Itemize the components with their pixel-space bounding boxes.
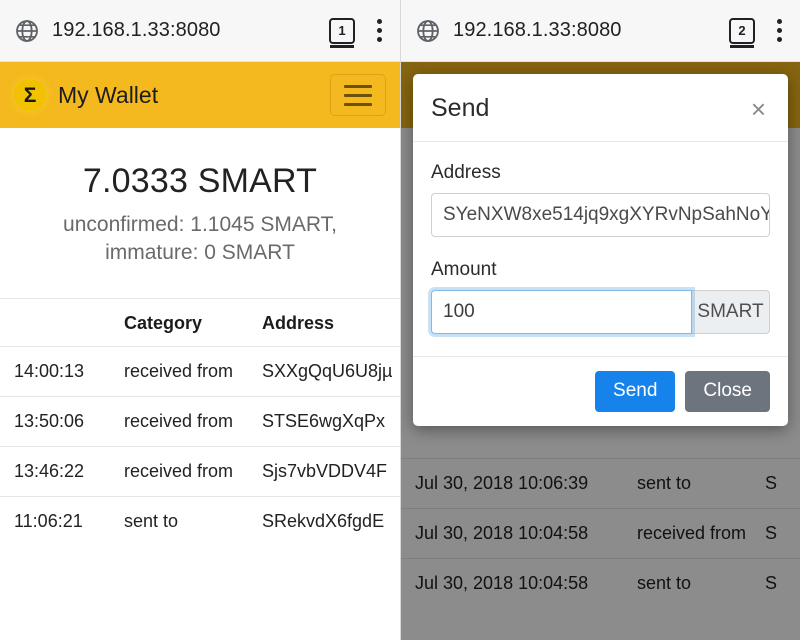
cell-address: STSE6wgXqPx <box>262 395 400 447</box>
column-header-category: Category <box>124 297 262 347</box>
send-dialog: Send × Address SYeNXW8xe514jq9xgXYRvNpSa… <box>413 74 788 426</box>
cell-category: received from <box>124 345 262 397</box>
amount-unit-addon: SMART <box>692 290 770 334</box>
address-label: Address <box>431 162 501 183</box>
table-row[interactable]: 13:46:22 received from Sjs7vbVDDV4F <box>0 445 400 497</box>
cell-address: SRekvdX6fgdE <box>262 495 400 546</box>
cell-time: 13:50:06 <box>0 395 124 447</box>
dialog-title: Send <box>431 94 490 122</box>
cell-time: 11:06:21 <box>0 495 124 546</box>
page-title: My Wallet <box>58 81 159 108</box>
wallet-app-header: Σ My Wallet <box>0 62 400 128</box>
balance-section: 7.0333 SMART unconfirmed: 1.1045 SMART, … <box>0 128 400 268</box>
logo-glyph: Σ <box>23 83 37 107</box>
unconfirmed-balance: unconfirmed: 1.1045 SMART, <box>63 213 337 236</box>
browser-menu-button[interactable] <box>377 19 382 42</box>
column-header-address: Address <box>262 297 400 347</box>
dialog-footer: Send Close <box>413 356 788 426</box>
address-input[interactable]: SYeNXW8xe514jq9xgXYRvNpSahNoYiP <box>431 193 770 237</box>
smartcash-logo-icon: Σ <box>14 79 46 111</box>
amount-label: Amount <box>431 259 497 280</box>
balance-amount: 7.0333 SMART <box>82 162 318 200</box>
right-browser-pane: 192.168.1.33:8080 2 Σ My Wallet Jul 30, … <box>400 0 800 640</box>
cell-address: Sjs7vbVDDV4F <box>262 445 400 497</box>
address-field-group: Address SYeNXW8xe514jq9xgXYRvNpSahNoYiP <box>431 162 770 237</box>
table-header-row: Category Address <box>0 297 400 347</box>
close-icon[interactable]: × <box>747 96 770 122</box>
globe-icon <box>16 19 38 42</box>
cell-category: sent to <box>124 495 262 546</box>
address-bar[interactable]: 192.168.1.33:8080 <box>52 19 329 42</box>
cell-category: received from <box>124 445 262 497</box>
left-browser-pane: 192.168.1.33:8080 1 Σ My Wallet 7.0333 S… <box>0 0 400 640</box>
transaction-table: Category Address 14:00:13 received from … <box>0 297 400 546</box>
cell-time: 14:00:13 <box>0 345 124 397</box>
table-row[interactable]: 13:50:06 received from STSE6wgXqPx <box>0 395 400 447</box>
browser-menu-button[interactable] <box>777 19 782 42</box>
globe-icon <box>417 19 439 42</box>
tab-counter-button[interactable]: 2 <box>729 17 755 48</box>
hamburger-menu-icon[interactable] <box>330 74 386 116</box>
amount-field-group: Amount 100 SMART <box>431 259 770 334</box>
tab-counter-button[interactable]: 1 <box>329 17 355 48</box>
column-header-time <box>0 297 124 347</box>
table-row[interactable]: 11:06:21 sent to SRekvdX6fgdE <box>0 495 400 546</box>
close-button[interactable]: Close <box>685 371 770 412</box>
left-browser-chrome: 192.168.1.33:8080 1 <box>0 0 400 62</box>
cell-time: 13:46:22 <box>0 445 124 497</box>
dialog-header: Send × <box>413 74 788 142</box>
right-browser-chrome: 192.168.1.33:8080 2 <box>401 0 800 62</box>
cell-category: received from <box>124 395 262 447</box>
address-bar[interactable]: 192.168.1.33:8080 <box>453 19 729 42</box>
send-button[interactable]: Send <box>595 371 676 412</box>
dialog-body: Address SYeNXW8xe514jq9xgXYRvNpSahNoYiP … <box>413 142 788 356</box>
immature-balance: immature: 0 SMART <box>105 241 295 265</box>
amount-input[interactable]: 100 <box>431 290 692 334</box>
dual-phone-screenshot: 192.168.1.33:8080 1 Σ My Wallet 7.0333 S… <box>0 0 800 640</box>
cell-address: SXXgQqU6U8jµ <box>262 345 400 397</box>
table-row[interactable]: 14:00:13 received from SXXgQqU6U8jµ <box>0 345 400 397</box>
